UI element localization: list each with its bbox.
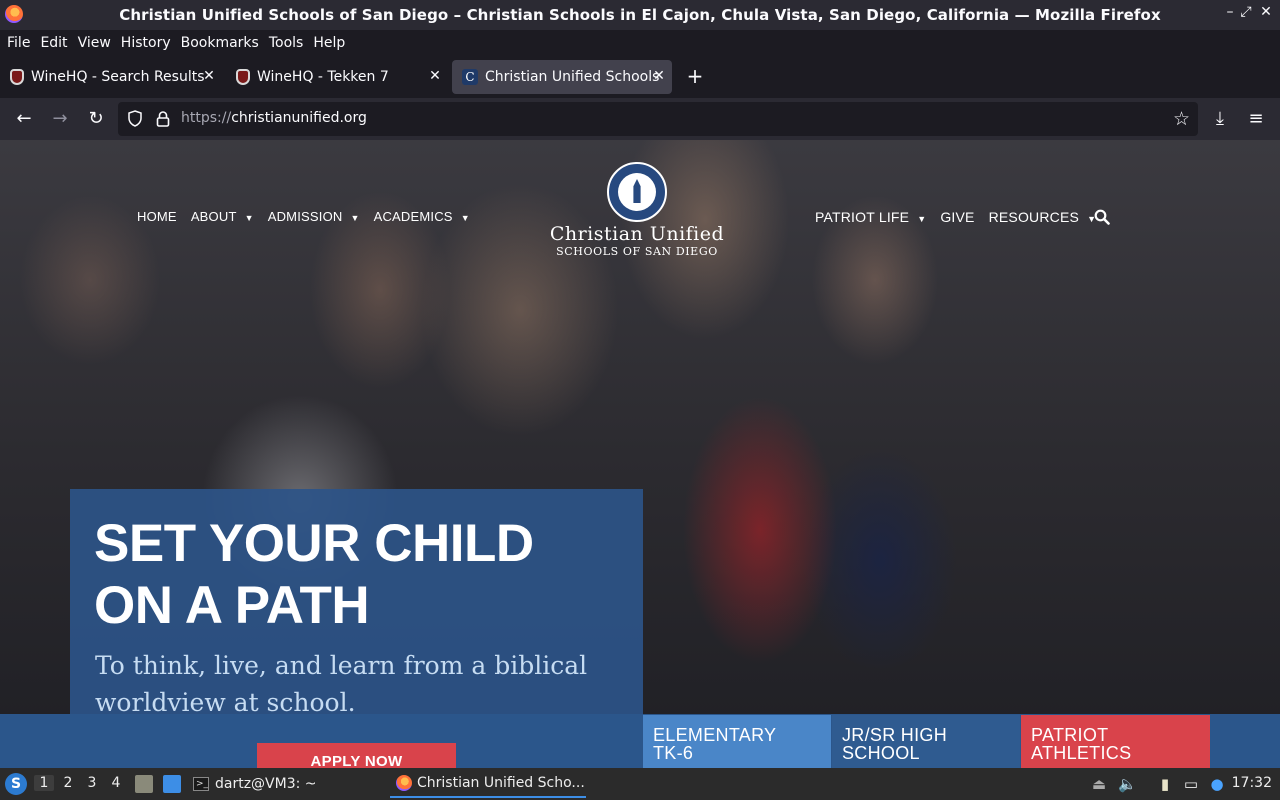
menu-history[interactable]: History [117, 35, 175, 51]
volume-icon[interactable]: 🔈 [1118, 775, 1137, 793]
file-manager-icon[interactable] [135, 775, 153, 793]
window-titlebar: Christian Unified Schools of San Diego –… [0, 0, 1280, 30]
nav-about[interactable]: ABOUT ▼ [191, 209, 254, 224]
web-content: HOME ABOUT ▼ ADMISSION ▼ ACADEMICS ▼ Christ… [0, 140, 1280, 768]
desktop-icon[interactable] [163, 775, 181, 793]
site-nav-left: HOME ABOUT ▼ ADMISSION ▼ ACADEMICS ▼ [137, 209, 484, 224]
close-tab-icon[interactable]: ✕ [428, 68, 442, 84]
c-letter-icon: C [462, 69, 478, 85]
clipboard-icon[interactable]: ▮ [1156, 775, 1174, 793]
caret-down-icon: ▼ [350, 213, 360, 223]
menu-tools[interactable]: Tools [265, 35, 308, 51]
caret-down-icon: ▼ [244, 213, 254, 223]
window-title: Christian Unified Schools of San Diego –… [119, 6, 1161, 24]
nav-home[interactable]: HOME [137, 209, 177, 224]
tab-strip: WineHQ - Search Results ✕ WineHQ - Tekke… [0, 56, 1280, 98]
shield-icon[interactable] [128, 110, 142, 127]
menu-bookmarks[interactable]: Bookmarks [177, 35, 263, 51]
tab-label: WineHQ - Tekken 7 [257, 69, 389, 85]
new-tab-button[interactable]: + [684, 64, 706, 88]
nav-patriot-life[interactable]: PATRIOT LIFE ▼ [815, 209, 926, 225]
os-taskbar: S 1 2 3 4 >_ dartz@VM3: ~ Christian Unif… [0, 768, 1280, 800]
notification-icon[interactable]: ● [1208, 775, 1226, 793]
menu-file[interactable]: File [3, 35, 34, 51]
nav-resources[interactable]: RESOURCES ▼ [989, 209, 1097, 225]
firefox-icon [396, 775, 412, 791]
close-tab-icon[interactable]: ✕ [652, 68, 666, 84]
start-menu-icon[interactable]: S [5, 773, 27, 795]
tab-christian-unified[interactable]: C Christian Unified Schools ✕ [452, 60, 672, 94]
hamburger-menu-icon[interactable]: ≡ [1244, 107, 1268, 131]
taskbar-firefox[interactable]: Christian Unified Scho... [390, 770, 586, 798]
workspace-4[interactable]: 4 [106, 775, 126, 791]
site-nav-right: PATRIOT LIFE ▼ GIVE RESOURCES ▼ [815, 209, 1110, 225]
tab-winehq-search[interactable]: WineHQ - Search Results ✕ [0, 60, 222, 94]
eject-icon[interactable]: ⏏ [1090, 775, 1108, 793]
menu-help[interactable]: Help [309, 35, 349, 51]
tab-label: Christian Unified Schools [485, 69, 660, 85]
network-icon[interactable]: ▭ [1182, 775, 1200, 793]
task-label: dartz@VM3: ~ [215, 776, 317, 792]
workspace-1[interactable]: 1 [34, 775, 54, 791]
back-button[interactable]: ← [12, 107, 36, 131]
wine-glass-icon [236, 69, 250, 85]
close-tab-icon[interactable]: ✕ [202, 68, 216, 84]
taskbar-terminal[interactable]: >_ dartz@VM3: ~ [193, 770, 317, 798]
url-text[interactable]: https://christianunified.org [181, 110, 367, 126]
hero-title: SET YOUR CHILD ON A PATH [94, 514, 534, 635]
downloads-icon[interactable]: ⤓ [1208, 107, 1232, 131]
menu-view[interactable]: View [74, 35, 115, 51]
caret-down-icon: ▼ [460, 213, 470, 223]
reload-button[interactable]: ↻ [84, 107, 108, 131]
nav-admission[interactable]: ADMISSION ▼ [268, 209, 360, 224]
search-icon[interactable] [1094, 209, 1110, 225]
wine-glass-icon [10, 69, 24, 85]
tab-winehq-tekken[interactable]: WineHQ - Tekken 7 ✕ [226, 60, 448, 94]
forward-button[interactable]: → [48, 107, 72, 131]
tile-patriot-athletics[interactable]: PATRIOT ATHLETICS [1021, 715, 1210, 768]
menu-edit[interactable]: Edit [36, 35, 71, 51]
school-seal-logo[interactable] [607, 162, 667, 222]
nav-academics[interactable]: ACADEMICS ▼ [374, 209, 470, 224]
maximize-button[interactable]: ⤢ [1236, 4, 1256, 20]
terminal-icon: >_ [193, 777, 209, 791]
url-host: christianunified.org [231, 110, 367, 126]
hero-subtitle: To think, live, and learn from a biblica… [95, 651, 588, 717]
url-bar[interactable]: https://christianunified.org ☆ [118, 102, 1198, 136]
tile-elementary[interactable]: ELEMENTARY TK-6 [643, 715, 831, 768]
tile-jr-sr-high[interactable]: JR/SR HIGH SCHOOL [832, 715, 1020, 768]
logo-subtitle[interactable]: SCHOOLS OF SAN DIEGO [530, 245, 744, 258]
lock-icon[interactable] [156, 110, 170, 128]
nav-give[interactable]: GIVE [940, 209, 974, 225]
apply-now-button[interactable]: APPLY NOW [257, 743, 456, 768]
url-scheme: https:// [181, 110, 232, 126]
task-label: Christian Unified Scho... [417, 775, 585, 791]
workspace-2[interactable]: 2 [58, 775, 78, 791]
clock: 17:32 [1231, 775, 1272, 791]
logo-name[interactable]: Christian Unified [530, 223, 744, 245]
bookmark-star-icon[interactable]: ☆ [1173, 108, 1190, 130]
navigation-toolbar: ← → ↻ https://christianunified.org ☆ ⤓ ≡ [0, 98, 1280, 140]
tab-label: WineHQ - Search Results [31, 69, 205, 85]
workspace-3[interactable]: 3 [82, 775, 102, 791]
menubar: File Edit View History Bookmarks Tools H… [0, 30, 1280, 56]
caret-down-icon: ▼ [917, 214, 927, 224]
close-window-button[interactable]: ✕ [1256, 4, 1276, 20]
